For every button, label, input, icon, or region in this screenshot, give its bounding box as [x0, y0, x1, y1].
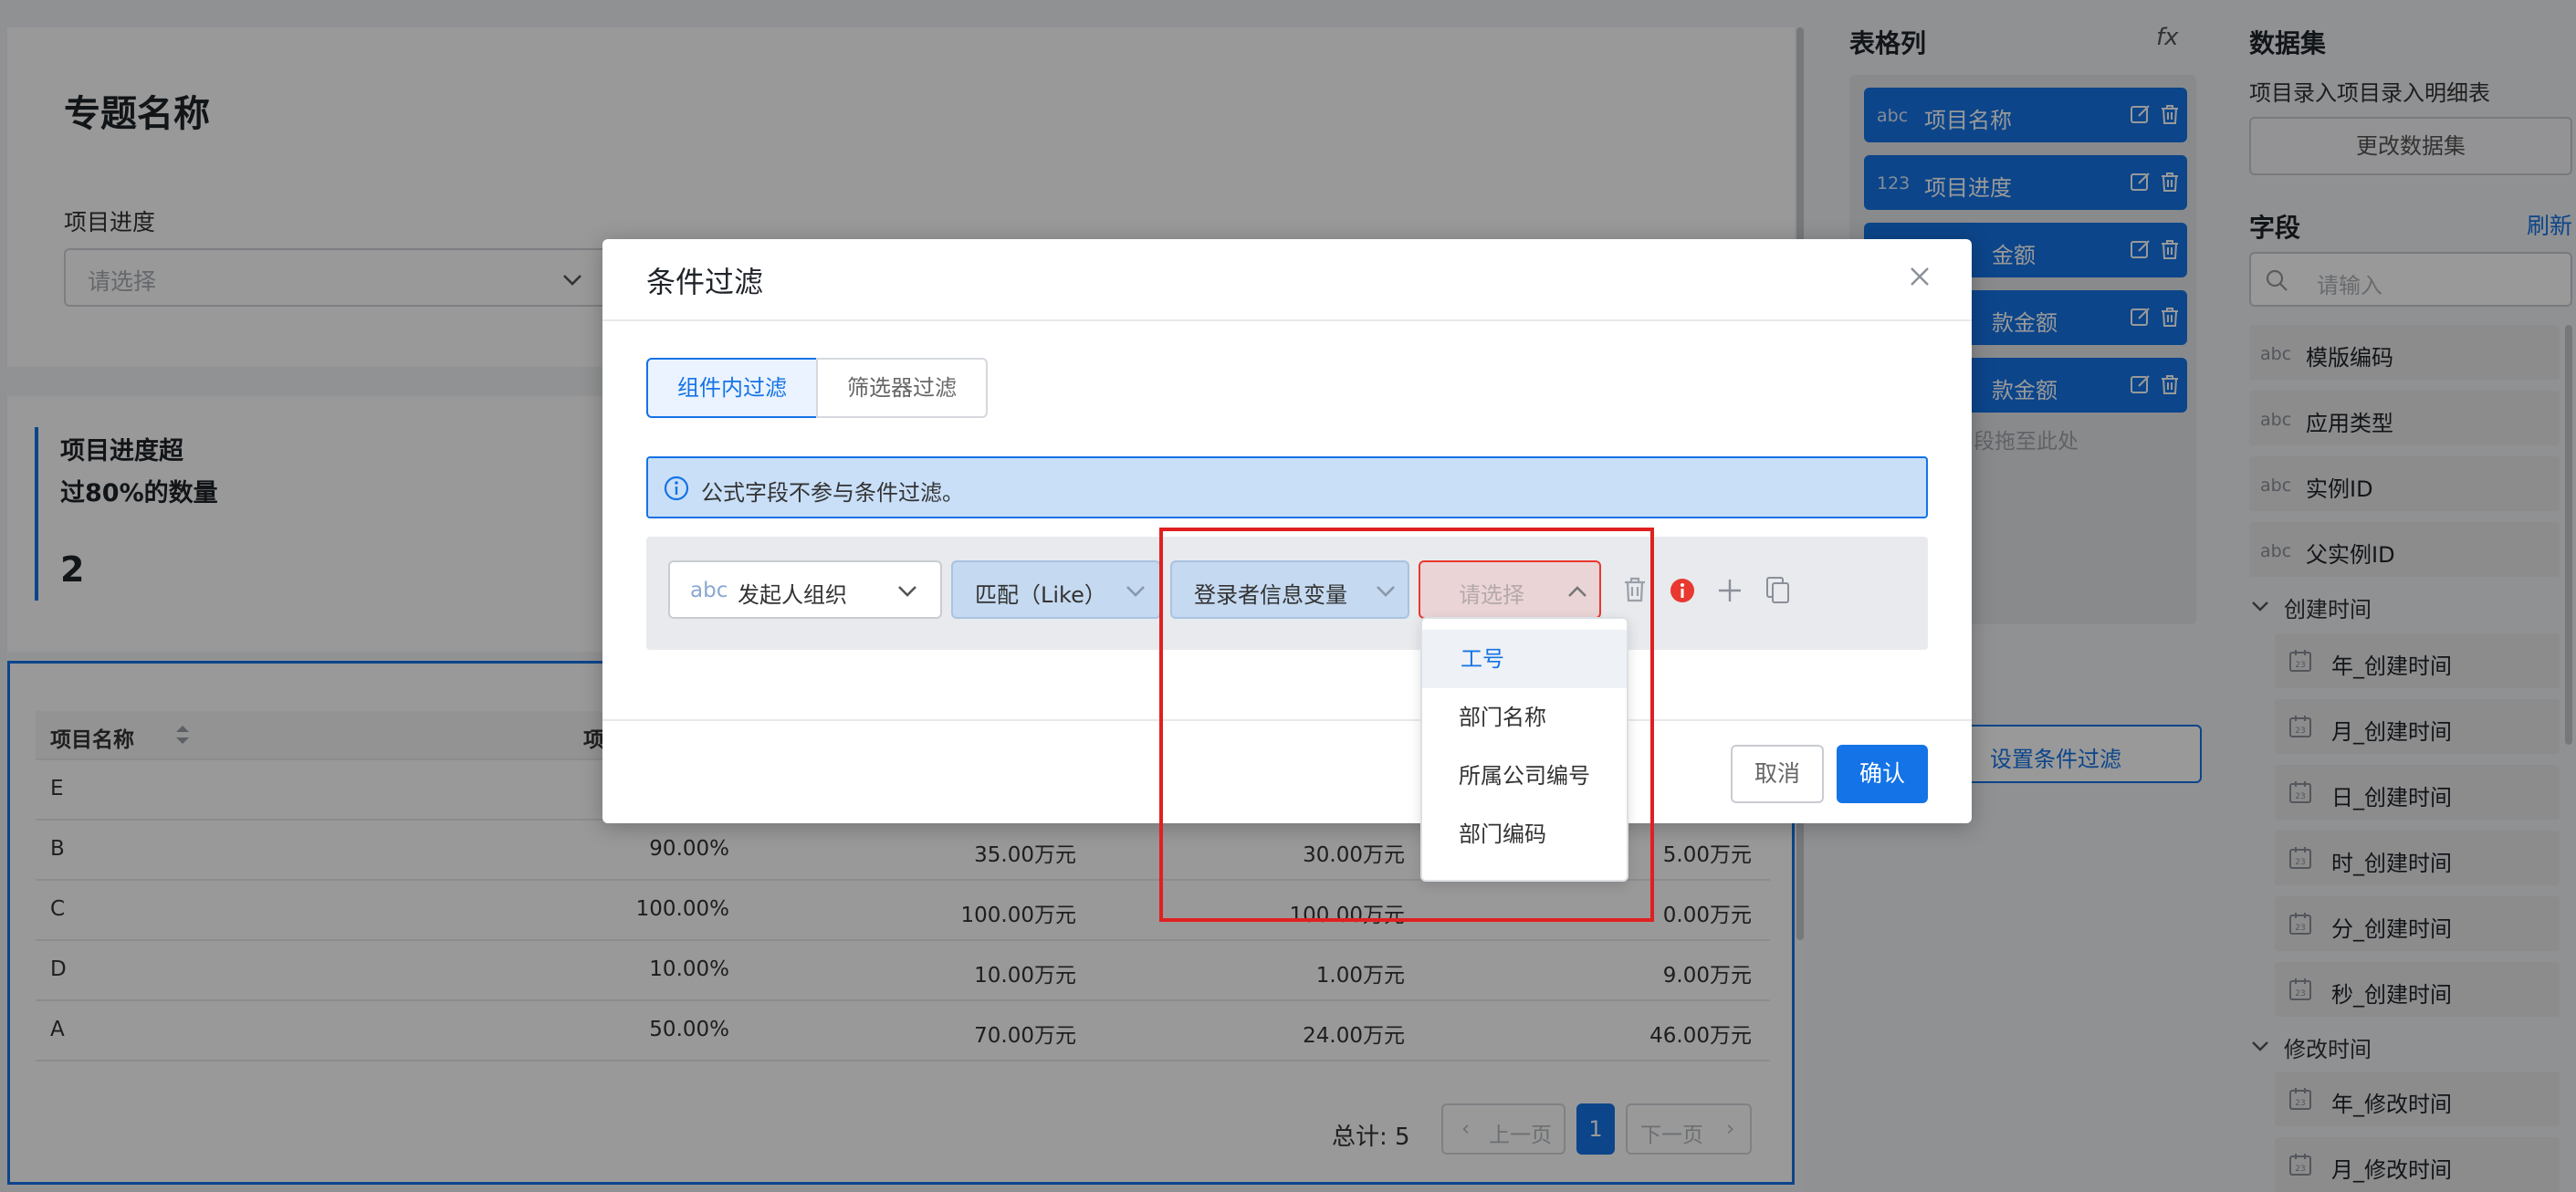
- dropdown-option[interactable]: 部门编码: [1422, 805, 1627, 863]
- chevron-down-icon: [1373, 579, 1398, 604]
- dialog-title: 条件过滤: [646, 265, 764, 299]
- chevron-up-icon: [1565, 579, 1590, 604]
- trash-icon[interactable]: [1621, 575, 1649, 604]
- value-select[interactable]: 请选择: [1419, 560, 1601, 619]
- confirm-button[interactable]: 确认: [1837, 745, 1928, 803]
- info-icon: [663, 475, 690, 502]
- copy-icon[interactable]: [1764, 575, 1791, 604]
- chevron-down-icon: [1123, 579, 1148, 604]
- value-placeholder: 请选择: [1459, 582, 1524, 608]
- cancel-button[interactable]: 取消: [1731, 745, 1824, 803]
- error-icon: [1669, 577, 1696, 604]
- operator-value: 匹配（Like）: [975, 582, 1106, 608]
- info-alert: 公式字段不参与条件过滤。: [646, 456, 1928, 518]
- dropdown-option[interactable]: 部门名称: [1422, 688, 1627, 747]
- condition-row: abc 发起人组织 匹配（Like） 登录者信息变量 请选择: [646, 537, 1928, 650]
- tab-selector-filter[interactable]: 筛选器过滤: [816, 358, 988, 418]
- value-dropdown: 工号 部门名称 所属公司编号 部门编码: [1420, 617, 1628, 882]
- value-source-value: 登录者信息变量: [1194, 582, 1347, 608]
- add-icon[interactable]: [1716, 577, 1744, 604]
- value-source-select[interactable]: 登录者信息变量: [1170, 560, 1409, 619]
- info-text: 公式字段不参与条件过滤。: [701, 480, 964, 506]
- dropdown-option[interactable]: 所属公司编号: [1422, 747, 1627, 805]
- condition-filter-dialog: 条件过滤 组件内过滤 筛选器过滤 公式字段不参与条件过滤。 abc 发起人组织 …: [602, 239, 1972, 823]
- field-value: 发起人组织: [738, 582, 847, 608]
- dropdown-option[interactable]: 工号: [1422, 630, 1627, 688]
- field-select[interactable]: abc 发起人组织: [668, 560, 942, 619]
- chevron-down-icon: [895, 579, 920, 604]
- tab-component-filter[interactable]: 组件内过滤: [646, 358, 818, 418]
- close-icon[interactable]: [1906, 263, 1933, 290]
- operator-select[interactable]: 匹配（Like）: [951, 560, 1161, 619]
- type-label: abc: [690, 579, 728, 602]
